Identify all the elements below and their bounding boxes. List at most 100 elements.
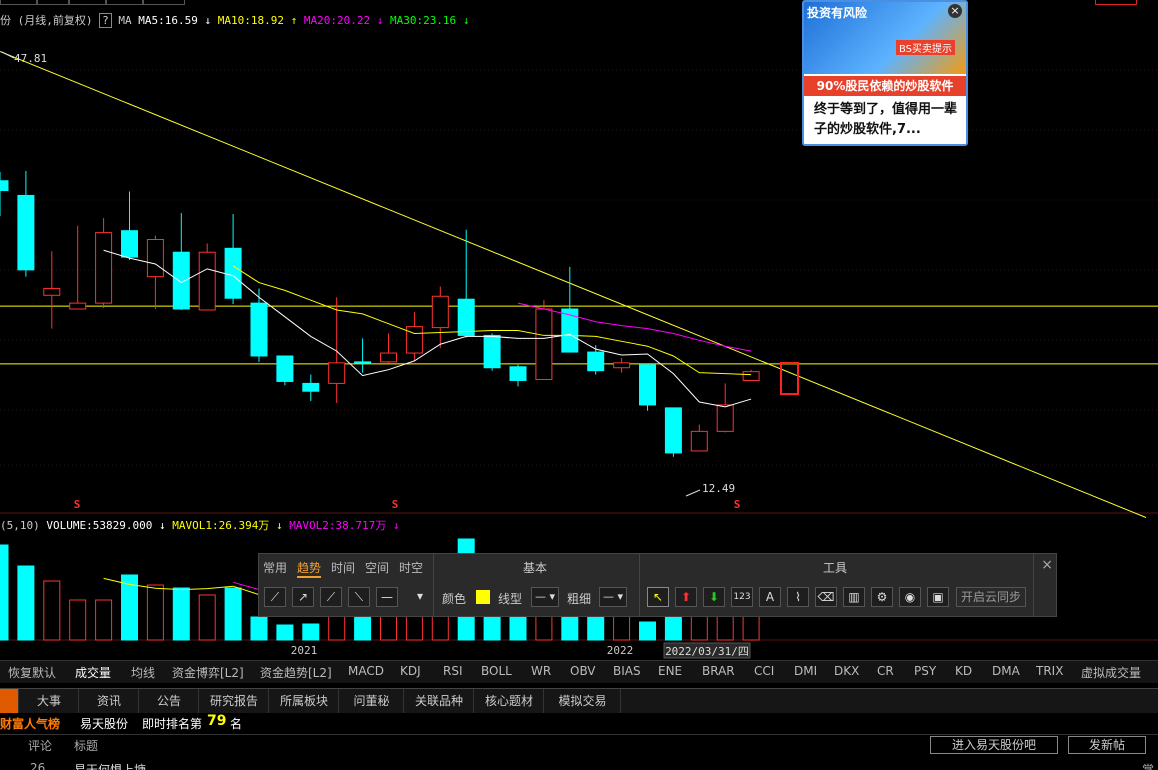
ray-arrow-icon[interactable]: ↗ bbox=[292, 587, 314, 607]
candle-body[interactable] bbox=[483, 334, 501, 369]
panel-close-icon[interactable]: × bbox=[1041, 557, 1053, 573]
volume-bar[interactable] bbox=[198, 594, 216, 641]
toolbar-slot[interactable] bbox=[37, 0, 69, 5]
candle-body[interactable] bbox=[405, 326, 423, 354]
candle-body[interactable] bbox=[561, 308, 579, 353]
reverse-line-icon[interactable]: ⟍ bbox=[348, 587, 370, 607]
ad-popup[interactable]: 投资有风险 BS买卖提示 × 90%股民依赖的炒股软件 终于等到了，值得用一辈子… bbox=[802, 0, 968, 146]
candle-body[interactable] bbox=[276, 355, 294, 382]
info-tab[interactable]: 问董秘 bbox=[340, 689, 404, 713]
sell-signal-marker[interactable]: S bbox=[734, 498, 741, 511]
cloud-sync-button[interactable]: 开启云同步 bbox=[956, 587, 1027, 607]
extended-line-icon[interactable]: ⟋ bbox=[320, 587, 342, 607]
candle-body[interactable] bbox=[302, 382, 320, 392]
toolbar-slot[interactable] bbox=[1095, 0, 1137, 5]
indicator-tab[interactable]: CCI bbox=[754, 664, 774, 678]
eye-icon[interactable]: ◉ bbox=[899, 587, 921, 607]
indicator-tab[interactable]: BOLL bbox=[481, 664, 512, 678]
indicator-tab[interactable]: 资金趋势[L2] bbox=[260, 664, 332, 681]
info-tab[interactable]: 公告 bbox=[140, 689, 199, 713]
row-title[interactable]: 易天何惧上塘 bbox=[74, 761, 146, 770]
info-tab[interactable]: 大事 bbox=[20, 689, 79, 713]
volume-bar[interactable] bbox=[276, 624, 294, 641]
volume-bar[interactable] bbox=[224, 587, 242, 641]
sell-signal-marker[interactable]: S bbox=[74, 498, 81, 511]
indicator-tab[interactable]: 成交量 bbox=[75, 664, 111, 681]
candle-body[interactable] bbox=[742, 371, 760, 381]
indicator-tab[interactable]: RSI bbox=[443, 664, 463, 678]
candle-body[interactable] bbox=[250, 302, 268, 357]
indicator-tab[interactable]: 资金博弈[L2] bbox=[172, 664, 244, 681]
candle-body[interactable] bbox=[172, 251, 190, 310]
indicator-tab[interactable]: DMI bbox=[794, 664, 817, 678]
ad-close-icon[interactable]: × bbox=[948, 4, 962, 18]
volume-bar[interactable] bbox=[0, 544, 9, 641]
volume-bar[interactable] bbox=[146, 584, 164, 641]
indicator-tab[interactable]: KDJ bbox=[400, 664, 421, 678]
candle-body[interactable] bbox=[328, 362, 346, 384]
indicator-tab[interactable]: TRIX bbox=[1036, 664, 1063, 678]
volume-bar[interactable] bbox=[95, 599, 113, 641]
ad-body-text[interactable]: 终于等到了，值得用一辈子的炒股软件,7... bbox=[814, 100, 960, 140]
candle-body[interactable] bbox=[716, 404, 734, 432]
ruler-icon[interactable]: ⌇ bbox=[787, 587, 809, 607]
candle-body[interactable] bbox=[613, 362, 631, 369]
indicator-tab[interactable]: MACD bbox=[348, 664, 384, 678]
candle-body[interactable] bbox=[664, 407, 682, 454]
candle-body[interactable] bbox=[380, 352, 397, 363]
info-tab[interactable]: 所属板块 bbox=[270, 689, 339, 713]
indicator-tab[interactable]: DKX bbox=[834, 664, 859, 678]
trash-icon[interactable]: ▥ bbox=[843, 587, 865, 607]
candle-body[interactable] bbox=[224, 247, 242, 299]
indicator-tab[interactable]: BRAR bbox=[702, 664, 735, 678]
new-post-button[interactable]: 发新帖 bbox=[1068, 736, 1146, 754]
rank-title[interactable]: 财富人气榜 bbox=[0, 715, 60, 732]
indicator-tab[interactable]: OBV bbox=[570, 664, 596, 678]
thickness-select[interactable]: — ▾ bbox=[599, 587, 628, 607]
tab-spacetime[interactable]: 时空 bbox=[399, 559, 423, 576]
volume-bar[interactable] bbox=[250, 616, 268, 641]
indicator-tab[interactable]: 恢复默认 bbox=[8, 664, 56, 681]
info-tab[interactable]: 资讯 bbox=[80, 689, 139, 713]
candle-body[interactable] bbox=[0, 180, 9, 192]
candle-body[interactable] bbox=[146, 238, 164, 278]
save-image-icon[interactable]: ▣ bbox=[927, 587, 949, 607]
info-tab-marker[interactable] bbox=[0, 689, 19, 713]
candle-body[interactable] bbox=[639, 364, 656, 406]
candle-body[interactable] bbox=[535, 308, 553, 380]
info-tab[interactable]: 模拟交易 bbox=[545, 689, 621, 713]
tab-common[interactable]: 常用 bbox=[263, 559, 287, 576]
number-tool-icon[interactable]: 123 bbox=[731, 587, 753, 607]
candle-body[interactable] bbox=[43, 287, 61, 296]
indicator-tab[interactable]: PSY bbox=[914, 664, 936, 678]
toolbar-slot[interactable] bbox=[106, 0, 143, 5]
candle-body[interactable] bbox=[690, 430, 708, 452]
tab-time[interactable]: 时间 bbox=[331, 559, 355, 576]
candle-body[interactable] bbox=[457, 298, 475, 336]
toolbar-slot[interactable] bbox=[69, 0, 106, 5]
tab-space[interactable]: 空间 bbox=[365, 559, 389, 576]
candle-body[interactable] bbox=[354, 361, 372, 364]
sell-arrow-icon[interactable]: ⬇ bbox=[703, 587, 725, 607]
volume-bar[interactable] bbox=[302, 623, 320, 641]
volume-bar[interactable] bbox=[639, 621, 656, 641]
gear-icon[interactable]: ⚙ bbox=[871, 587, 893, 607]
candle-body[interactable] bbox=[587, 351, 605, 372]
toolbar-slot[interactable] bbox=[143, 0, 185, 5]
info-tab[interactable]: 关联品种 bbox=[405, 689, 474, 713]
line-segment-icon[interactable]: ⟋ bbox=[264, 587, 286, 607]
help-button[interactable]: ? bbox=[99, 13, 112, 28]
indicator-tab[interactable]: ENE bbox=[658, 664, 682, 678]
color-swatch[interactable] bbox=[476, 590, 490, 604]
candle-body[interactable] bbox=[69, 302, 87, 310]
eraser-icon[interactable]: ⌫ bbox=[815, 587, 837, 607]
info-tab[interactable]: 核心题材 bbox=[475, 689, 544, 713]
text-tool-icon[interactable]: A bbox=[759, 587, 781, 607]
trend-line[interactable] bbox=[0, 50, 1147, 518]
indicator-tab[interactable]: DMA bbox=[992, 664, 1020, 678]
volume-bar[interactable] bbox=[69, 599, 87, 641]
candle-body[interactable] bbox=[17, 194, 35, 271]
indicator-tab[interactable]: 虚拟成交量 bbox=[1081, 664, 1141, 681]
sell-signal-marker[interactable]: S bbox=[392, 498, 399, 511]
tab-trend[interactable]: 趋势 bbox=[297, 559, 322, 578]
